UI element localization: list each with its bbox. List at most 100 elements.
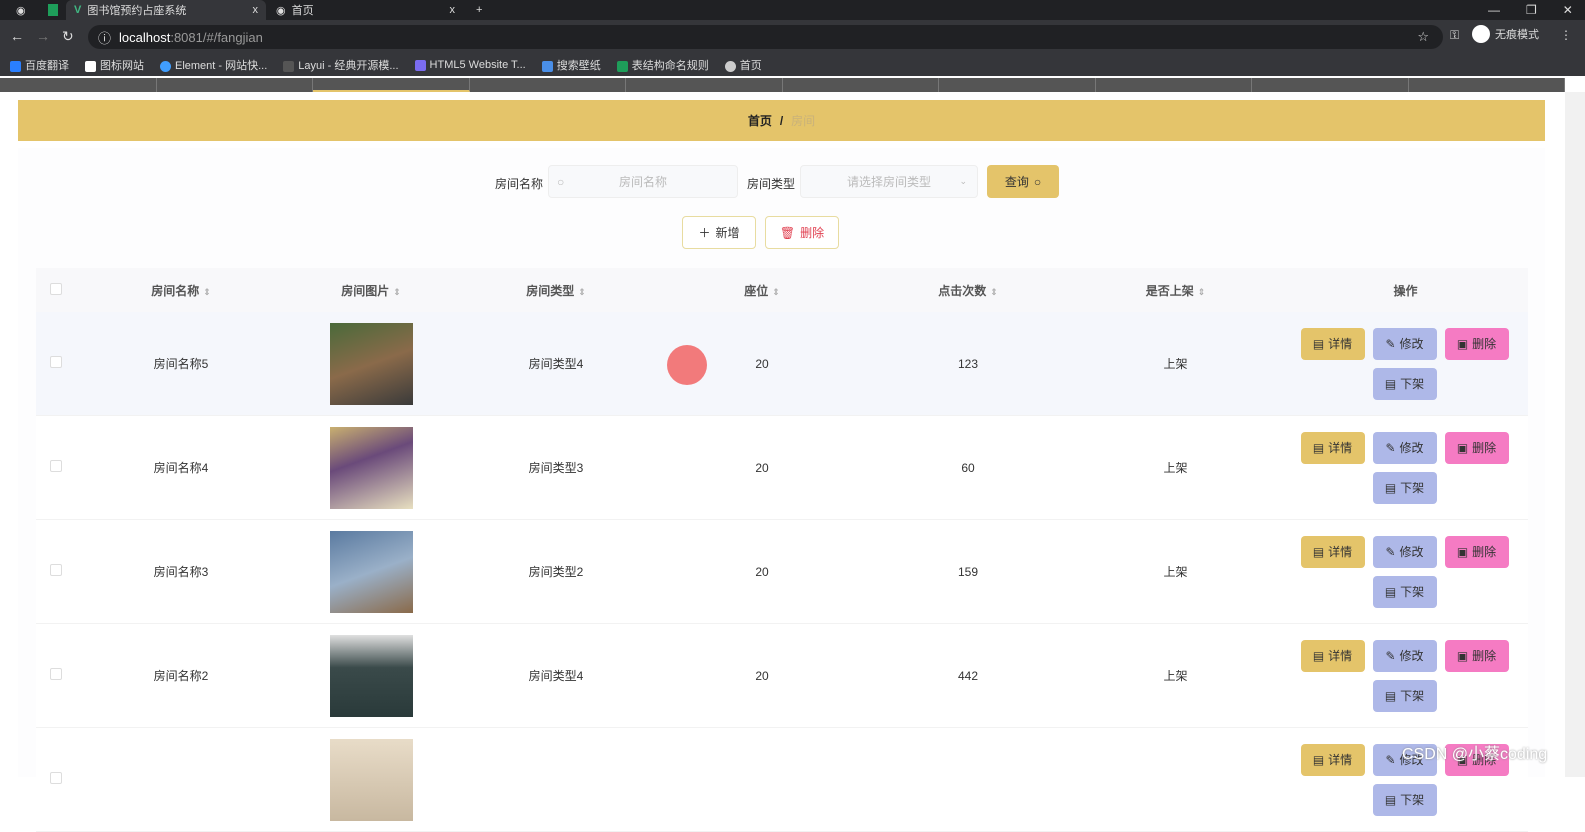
delete-button[interactable]: ▣ 删除 [1444,431,1509,464]
room-photo[interactable] [329,634,413,717]
header-seats[interactable]: 座位 ⇕ [656,282,868,299]
batch-delete-button[interactable]: 🗑 删除 [765,216,839,249]
bookmark[interactable]: 图标网站 [85,57,144,73]
bookmark[interactable]: HTML5 Website T... [414,59,526,71]
detail-button[interactable]: ▤ 详情 [1300,327,1365,360]
incognito-badge[interactable]: 无痕模式 [1472,25,1539,43]
url-input[interactable]: ⓘ localhost:8081/#/fangjian ☆ [88,25,1443,49]
query-button[interactable]: 查询 ○ [987,165,1059,198]
select-all-checkbox[interactable] [50,282,62,295]
document-icon: ▤ [1384,584,1397,599]
menu-item[interactable] [939,78,1096,92]
bookmark[interactable]: 首页 [724,57,762,73]
tab-library-system[interactable]: V 图书馆预约占座系统 x [66,0,266,20]
delete-button[interactable]: ▣ 删除 [1444,535,1509,568]
reload-icon[interactable]: ↻ [62,28,74,45]
incognito-icon [1472,25,1490,43]
row-checkbox[interactable] [50,564,62,576]
back-icon[interactable]: ← [10,28,24,44]
room-table: 房间名称 ⇕ 房间图片 ⇕ 房间类型 ⇕ 座位 ⇕ 点击次数 ⇕ 是否上架 ⇕ 操作 房间名… [36,268,1528,832]
header-status[interactable]: 是否上架 ⇕ [1068,282,1283,299]
minimize-icon[interactable]: — [1488,3,1500,17]
menu-item[interactable] [0,78,157,92]
menu-item[interactable] [1409,78,1565,92]
sort-icon: ⇕ [772,286,780,297]
table-row: 房间名称5 房间类型4 20 123 上架 ▤ 详情 ✎ 修改 ▣ 删除 ▤ 下架 [36,312,1528,416]
header-room-name[interactable]: 房间名称 ⇕ [76,282,286,299]
delete-button[interactable]: ▣ 删除 [1444,639,1509,672]
row-checkbox[interactable] [50,356,62,368]
new-tab-button[interactable]: + [468,0,490,20]
breadcrumb-current: 房间 [791,114,816,128]
menu-item[interactable] [470,78,626,92]
detail-button[interactable]: ▤ 详情 [1300,743,1365,776]
bookmark[interactable]: 表结构命名规则 [616,57,709,73]
menu-item[interactable] [157,78,313,92]
room-type-cell: 房间类型3 [528,461,584,475]
forward-icon[interactable]: → [36,28,50,44]
detail-button[interactable]: ▤ 详情 [1300,639,1365,672]
key-icon[interactable]: ⚿ [1450,28,1459,43]
offshelf-button[interactable]: ▤ 下架 [1372,679,1437,712]
clicks-cell: 159 [957,564,979,579]
document-icon: ▤ [1312,440,1325,455]
header-room-image[interactable]: 房间图片 ⇕ [286,282,456,299]
menu-icon[interactable]: ⋮ [1560,28,1572,42]
add-button[interactable]: ＋ 新增 [682,216,756,249]
breadcrumb-home[interactable]: 首页 [748,112,772,129]
table-header: 房间名称 ⇕ 房间图片 ⇕ 房间类型 ⇕ 座位 ⇕ 点击次数 ⇕ 是否上架 ⇕ 操作 [36,268,1528,312]
row-checkbox[interactable] [50,460,62,472]
edit-button[interactable]: ✎ 修改 [1372,431,1437,464]
edit-button[interactable]: ✎ 修改 [1372,639,1437,672]
document-icon: ▤ [1384,792,1397,807]
star-icon[interactable]: ☆ [1417,29,1429,45]
document-icon: ▤ [1312,752,1325,767]
status-cell: 上架 [1163,357,1188,371]
tab-home[interactable]: ◉ 首页 x [268,0,463,20]
edit-button[interactable]: ✎ 修改 [1372,327,1437,360]
menu-item[interactable] [626,78,783,92]
header-clicks[interactable]: 点击次数 ⇕ [868,282,1068,299]
sort-icon: ⇕ [203,286,211,297]
close-tab-icon[interactable]: x [253,4,259,16]
room-photo[interactable] [329,738,413,821]
tab-pinned-globe[interactable]: ◉ [8,0,34,20]
offshelf-button[interactable]: ▤ 下架 [1372,471,1437,504]
bookmark[interactable]: Layui - 经典开源模... [283,57,399,73]
menu-item[interactable] [313,78,470,92]
room-photo[interactable] [329,322,413,405]
bookmark[interactable]: Element - 网站快... [160,57,267,73]
breadcrumb: 首页 / 房间 [18,100,1545,141]
document-icon: ▤ [1384,376,1397,391]
detail-button[interactable]: ▤ 详情 [1300,535,1365,568]
menu-item[interactable] [1096,78,1252,92]
menu-item[interactable] [783,78,939,92]
room-photo[interactable] [329,530,413,613]
detail-button[interactable]: ▤ 详情 [1300,431,1365,464]
row-checkbox[interactable] [50,668,62,680]
row-checkbox[interactable] [50,772,62,784]
menu-item[interactable] [1252,78,1409,92]
header-room-type[interactable]: 房间类型 ⇕ [456,282,656,299]
offshelf-button[interactable]: ▤ 下架 [1372,575,1437,608]
scrollbar[interactable] [1565,92,1585,777]
close-tab-icon[interactable]: x [450,4,456,16]
offshelf-button[interactable]: ▤ 下架 [1372,367,1437,400]
restore-icon[interactable]: ❐ [1526,3,1537,17]
globe-icon: ◉ [276,4,286,17]
room-type-select[interactable]: 请选择房间类型 ⌄ [800,165,978,198]
room-photo[interactable] [329,426,413,509]
table-row: 房间名称2 房间类型4 20 442 上架 ▤ 详情 ✎ 修改 ▣ 删除 ▤ 下架 [36,624,1528,728]
bookmark[interactable]: 搜索壁纸 [541,57,601,73]
close-window-icon[interactable]: ✕ [1563,3,1573,17]
bookmark[interactable]: 百度翻译 [10,57,69,73]
browser-tab-bar: ◉ V 图书馆预约占座系统 x ◉ 首页 x + — ❐ ✕ [0,0,1585,20]
edit-button[interactable]: ✎ 修改 [1372,535,1437,568]
delete-button[interactable]: ▣ 删除 [1444,327,1509,360]
room-type-cell: 房间类型2 [528,565,584,579]
room-type-label: 房间类型 [747,177,796,191]
tab-pinned-sheet[interactable] [40,0,66,20]
header-actions: 操作 [1393,283,1418,298]
room-name-input[interactable]: ○ 房间名称 [548,165,738,198]
offshelf-button[interactable]: ▤ 下架 [1372,783,1437,816]
